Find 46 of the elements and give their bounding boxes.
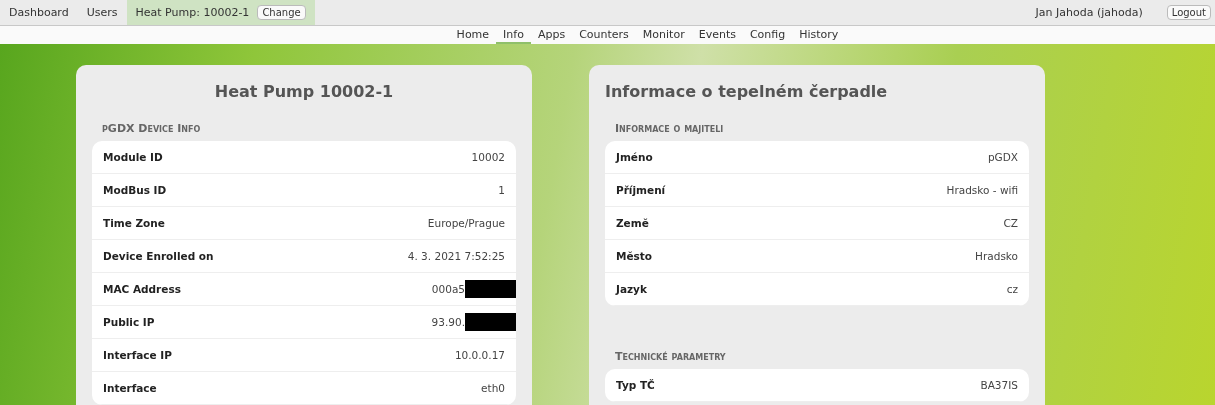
field-value: Europe/Prague bbox=[427, 217, 505, 229]
field-value: 10.0.0.17 bbox=[454, 349, 505, 361]
field-label: Město bbox=[616, 250, 653, 262]
user-name: Jan Jahoda (jahoda) bbox=[1035, 6, 1143, 20]
card-title: Informace o tepelném čerpadle bbox=[604, 81, 889, 103]
nav-tab[interactable]: History bbox=[792, 26, 846, 44]
field-label: Module ID bbox=[103, 151, 163, 163]
field-value: 1 bbox=[498, 184, 505, 196]
section-heading: pGDX Device Info bbox=[101, 121, 202, 137]
field-value: 93.90. bbox=[431, 316, 465, 328]
field-value: eth0 bbox=[481, 382, 505, 394]
field-value: Hradsko - wifi bbox=[946, 184, 1018, 196]
field-value: BA37IS bbox=[980, 379, 1018, 391]
section-heading: Technické parametry bbox=[614, 349, 727, 365]
top-nav-link[interactable]: Dashboard bbox=[0, 0, 78, 26]
field-value: Hradsko bbox=[975, 250, 1018, 262]
field-label: Země bbox=[616, 217, 649, 229]
change-button[interactable]: Change bbox=[257, 5, 306, 21]
nav-tab[interactable]: Counters bbox=[572, 26, 636, 44]
top-nav-link[interactable]: Heat Pump: 10002-1 Change bbox=[126, 0, 315, 26]
nav-tab[interactable]: Monitor bbox=[635, 26, 692, 44]
field-label: Time Zone bbox=[103, 217, 165, 229]
field-label: Příjmení bbox=[616, 184, 666, 196]
field-value: cz bbox=[1006, 283, 1018, 295]
field-value: 4. 3. 2021 7:52:25 bbox=[407, 250, 505, 262]
nav-tab[interactable]: Apps bbox=[530, 26, 573, 44]
field-label: Interface bbox=[103, 382, 157, 394]
field-label: ModBus ID bbox=[103, 184, 167, 196]
field-label: Interface IP bbox=[103, 349, 172, 361]
logout-button[interactable]: Logout bbox=[1166, 5, 1211, 21]
field-label: Typ TČ bbox=[616, 379, 655, 391]
field-label: Public IP bbox=[103, 316, 155, 328]
field-label: Jazyk bbox=[616, 283, 647, 295]
field-value: 10002 bbox=[471, 151, 505, 163]
field-label: Jméno bbox=[616, 151, 653, 163]
card-title: Heat Pump 10002-1 bbox=[213, 81, 395, 103]
field-value: CZ bbox=[1003, 217, 1018, 229]
nav-tab[interactable]: Events bbox=[691, 26, 743, 44]
nav-tab[interactable]: Home bbox=[449, 26, 497, 44]
field-value: 000a5 bbox=[431, 283, 465, 295]
nav-tab[interactable]: Config bbox=[742, 26, 793, 44]
top-nav-link[interactable]: Users bbox=[77, 0, 127, 26]
section-heading: Informace o majiteli bbox=[614, 121, 725, 137]
field-value: pGDX bbox=[987, 151, 1018, 163]
field-label: MAC Address bbox=[103, 283, 181, 295]
field-label: Device Enrolled on bbox=[103, 250, 214, 262]
